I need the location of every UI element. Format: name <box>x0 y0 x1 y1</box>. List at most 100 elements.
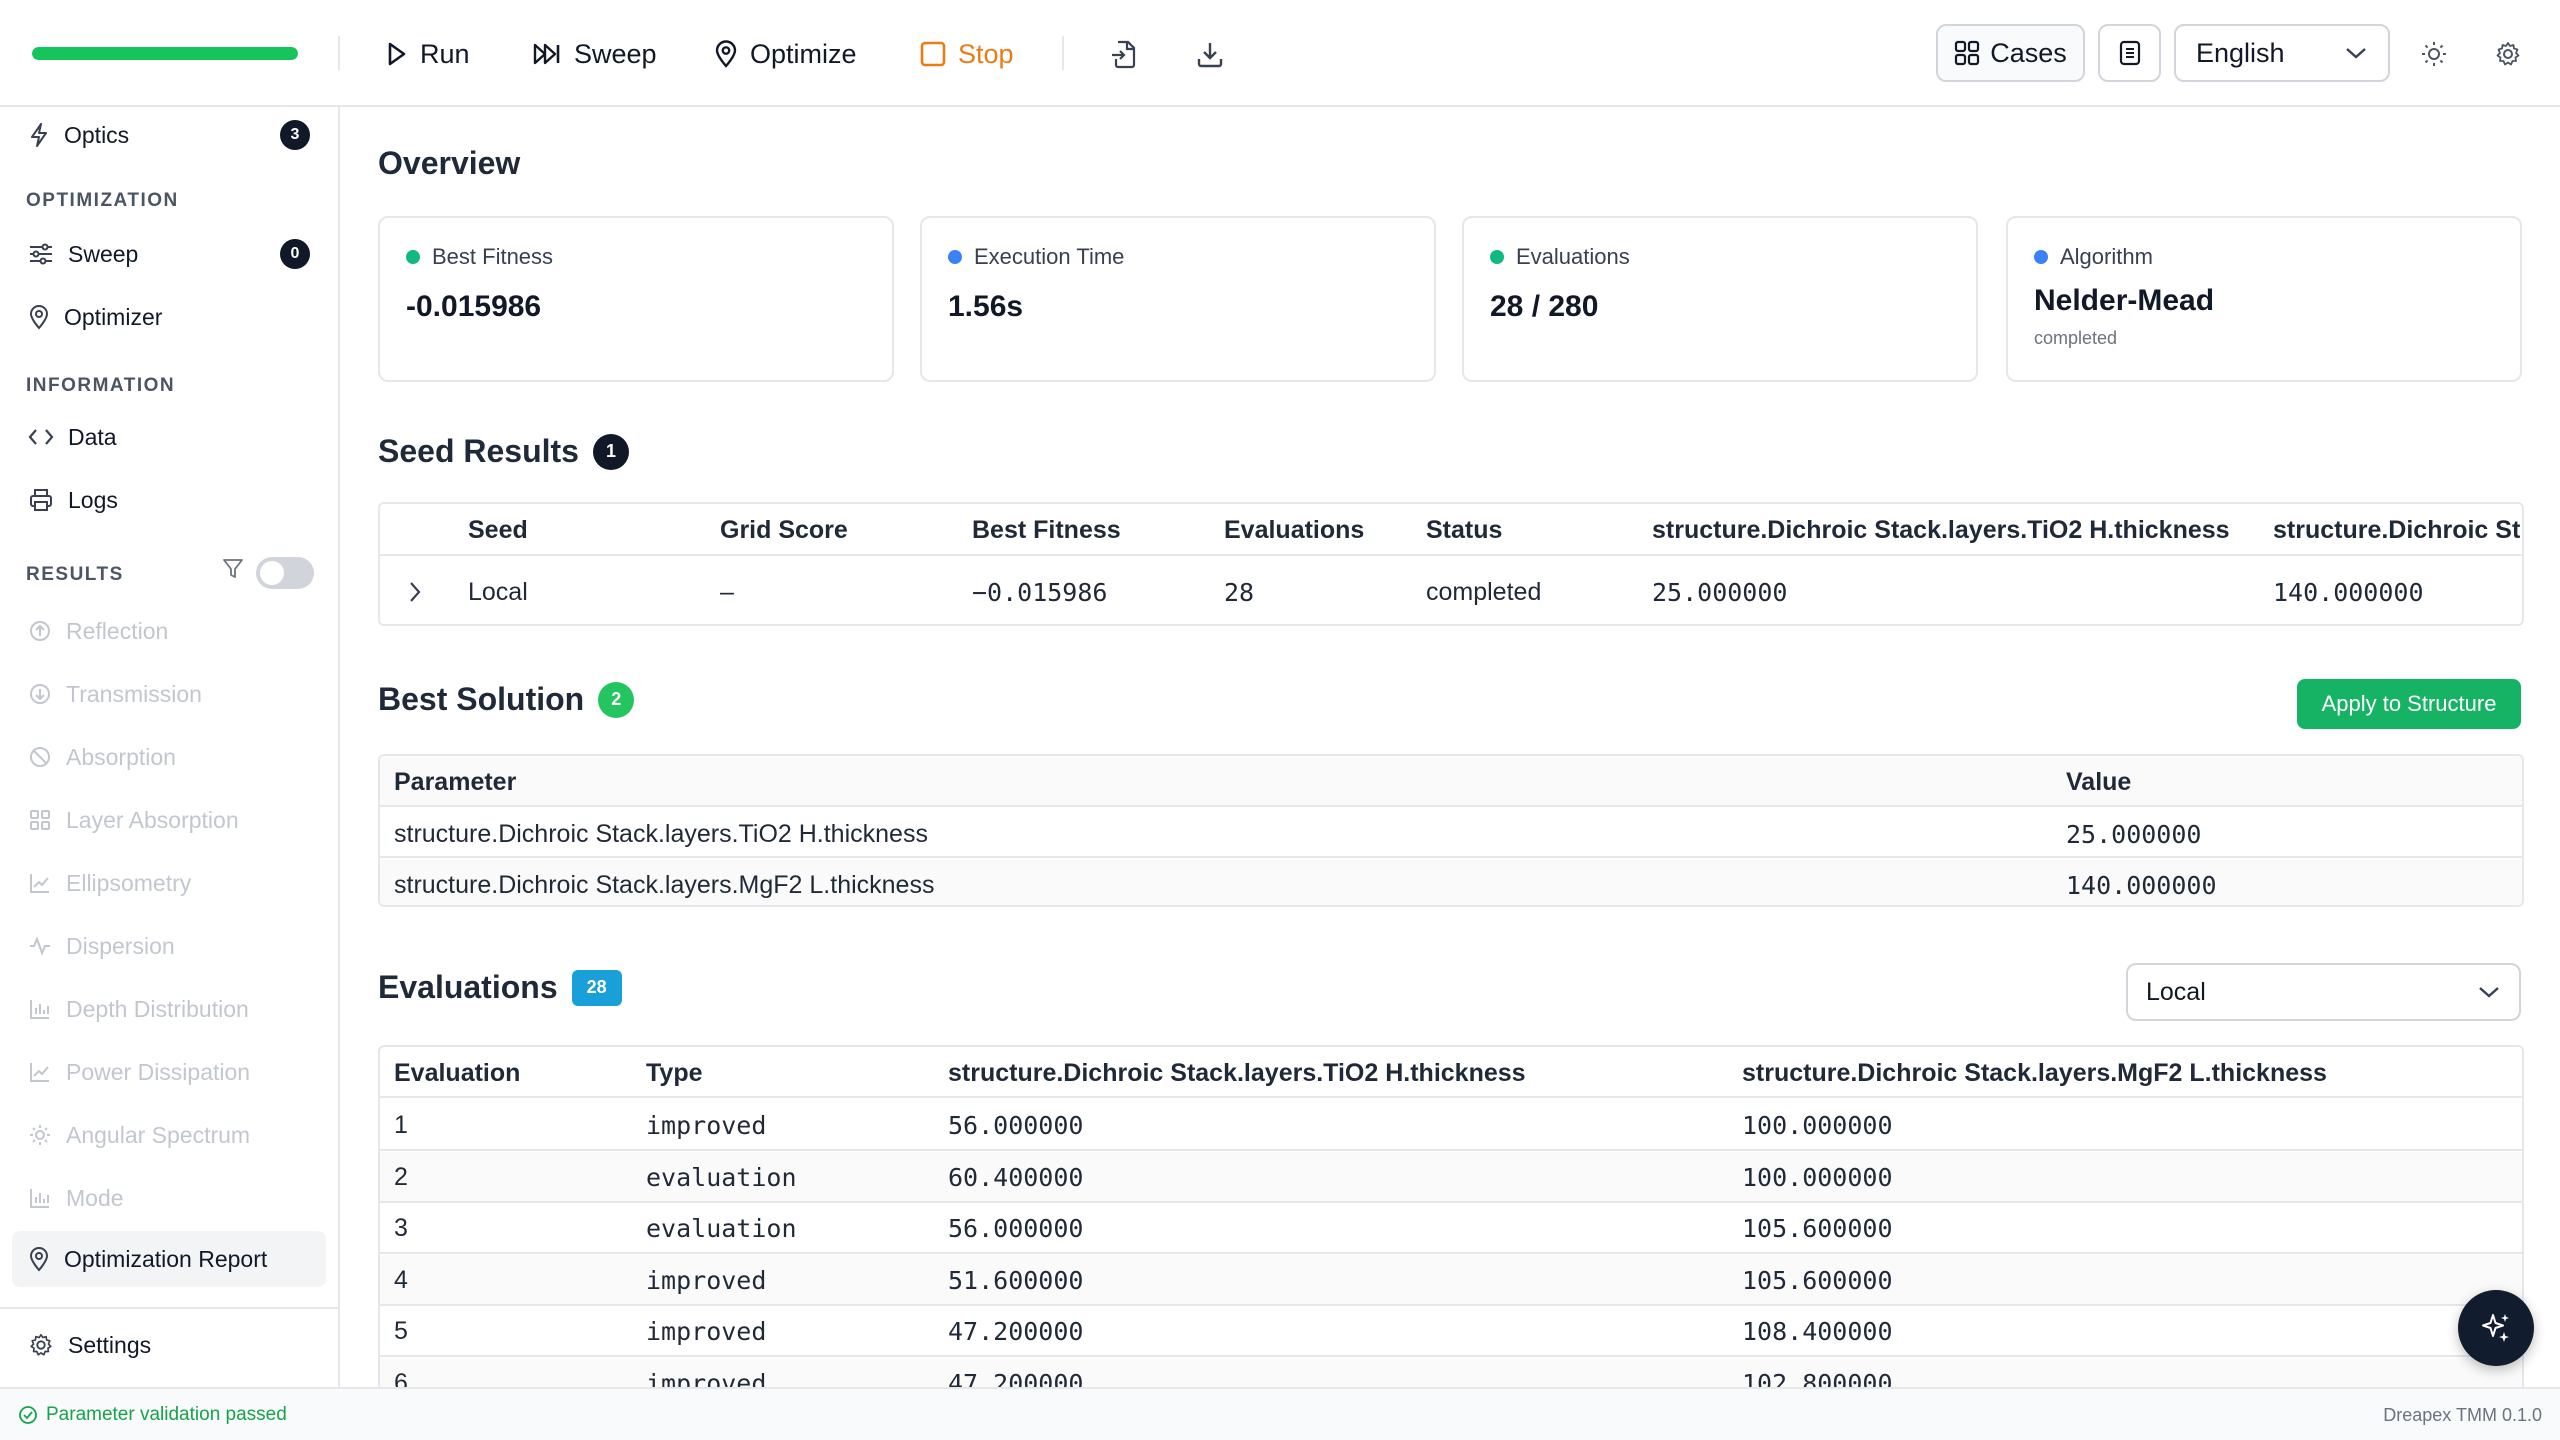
sidebar-item-label: Logs <box>68 486 118 513</box>
sweep-button[interactable]: Sweep <box>532 30 657 78</box>
table-row: 3 evaluation 56.000000 105.600000 <box>380 1203 2522 1254</box>
type-cell: improved <box>646 1317 767 1346</box>
sweep-label: Sweep <box>574 38 657 69</box>
sidebar-item-sweep[interactable]: Sweep 0 <box>12 226 326 282</box>
stat-value: 28 / 280 <box>1490 290 1599 323</box>
column-header: Best Fitness <box>972 516 1121 544</box>
import-button[interactable] <box>1100 30 1148 78</box>
sidebar-item-label: Data <box>68 423 117 450</box>
sidebar-item-label: Absorption <box>66 743 176 770</box>
parameter-cell: structure.Dichroic Stack.layers.TiO2 H.t… <box>394 820 928 848</box>
type-cell: evaluation <box>646 1162 797 1192</box>
sidebar-item-settings[interactable]: Settings <box>12 1317 326 1373</box>
grid-score-cell: – <box>720 578 734 606</box>
sun-icon <box>2420 40 2448 68</box>
mgf2-thickness-cell: 108.400000 <box>1742 1317 1893 1346</box>
cases-button[interactable]: Cases <box>1936 24 2085 82</box>
information-section-header: INFORMATION <box>26 375 176 396</box>
overview-title-text: Overview <box>378 145 521 181</box>
sidebar-item-label: Settings <box>68 1331 152 1358</box>
transmission-icon <box>28 682 52 706</box>
ai-assistant-button[interactable] <box>2458 1290 2534 1366</box>
optimization-section-header: OPTIMIZATION <box>26 190 179 211</box>
sidebar-item-label: Depth Distribution <box>66 995 249 1022</box>
absorption-icon <box>28 745 52 769</box>
document-button[interactable] <box>2098 24 2161 82</box>
column-header: structure.Dichroic Stack.layers.TiO2 H.t… <box>948 1059 1526 1087</box>
status-bar: Parameter validation passed Dreapex TMM … <box>0 1387 2560 1440</box>
column-header: structure.Dichroic St <box>2273 516 2521 544</box>
file-import-icon <box>1110 39 1138 69</box>
best-solution-title: Best Solution 2 <box>378 681 635 718</box>
sidebar-item-label: Optimization Report <box>64 1245 268 1272</box>
sidebar: Optics 3 OPTIMIZATION Sweep 0 Optimizer … <box>0 107 340 1387</box>
filter-icon[interactable] <box>222 557 244 581</box>
gear-icon <box>2494 40 2522 68</box>
sidebar-item-data[interactable]: Data <box>12 409 326 465</box>
type-cell: improved <box>646 1368 767 1388</box>
printer-icon <box>28 487 54 513</box>
seed-select-value: Local <box>2146 977 2206 1006</box>
apply-to-structure-button[interactable]: Apply to Structure <box>2297 679 2521 729</box>
stat-card-label: Best Fitness <box>406 244 866 270</box>
stat-label-text: Best Fitness <box>432 244 554 269</box>
stat-label-text: Evaluations <box>1516 244 1630 269</box>
stat-label-text: Algorithm <box>2060 244 2153 269</box>
column-header: Evaluations <box>1224 516 1365 544</box>
seed-select[interactable]: Local <box>2126 963 2521 1021</box>
table-row: 2 evaluation 60.400000 100.000000 <box>380 1151 2522 1203</box>
settings-gear-button[interactable] <box>2484 30 2532 78</box>
tio2-thickness-cell: 51.600000 <box>948 1265 1084 1295</box>
tio2-thickness-cell: 47.200000 <box>948 1368 1084 1388</box>
sidebar-item-label: Dispersion <box>66 932 175 959</box>
sidebar-item-label: Layer Absorption <box>66 806 239 833</box>
stat-subtext: completed <box>2034 328 2118 348</box>
evaluations-count-badge: 28 <box>571 969 622 1006</box>
sliders-icon <box>28 242 54 266</box>
theme-toggle-button[interactable] <box>2410 30 2458 78</box>
toolbar-divider <box>338 36 340 70</box>
power-dissipation-icon <box>28 1060 52 1084</box>
chevron-down-icon <box>2344 46 2368 60</box>
value-cell: 140.000000 <box>2066 871 2217 900</box>
table-header-row: Parameter Value <box>380 756 2522 807</box>
main-content: Overview Best Fitness -0.015986 Execution … <box>342 107 2560 1387</box>
evaluations-table: Evaluation Type structure.Dichroic Stack… <box>378 1045 2524 1387</box>
stop-button[interactable]: Stop <box>920 30 1014 78</box>
run-button[interactable]: Run <box>386 30 470 78</box>
best-solution-title-text: Best Solution <box>378 681 585 717</box>
language-select[interactable]: English <box>2174 24 2390 82</box>
seed-results-table: Seed Grid Score Best Fitness Evaluations… <box>378 502 2524 626</box>
evaluation-number-cell: 4 <box>394 1265 408 1294</box>
chevron-right-icon[interactable] <box>408 580 422 604</box>
run-progress-bar <box>32 47 298 60</box>
sidebar-item-angular-spectrum: Angular Spectrum <box>12 1107 326 1163</box>
type-cell: improved <box>646 1111 767 1140</box>
sidebar-item-mode: Mode <box>12 1170 326 1226</box>
sidebar-item-optimization-report[interactable]: Optimization Report <box>12 1231 326 1287</box>
tio2-thickness-cell: 60.400000 <box>948 1162 1084 1192</box>
optimize-button[interactable]: Optimize <box>714 30 857 78</box>
sidebar-item-optics[interactable]: Optics 3 <box>12 107 326 163</box>
table-row[interactable]: Local – −0.015986 28 completed 25.000000… <box>380 558 2522 624</box>
layer-absorption-icon <box>28 808 52 832</box>
tio2-thickness-cell: 56.000000 <box>948 1214 1084 1243</box>
value-cell: 25.000000 <box>2066 820 2202 849</box>
column-header: structure.Dichroic Stack.layers.MgF2 L.t… <box>1742 1059 2327 1087</box>
stat-value: -0.015986 <box>406 290 542 323</box>
table-header-row: Seed Grid Score Best Fitness Evaluations… <box>380 504 2522 556</box>
results-filter-toggle[interactable] <box>256 557 314 589</box>
results-section-header: RESULTS <box>26 564 124 585</box>
stat-card: Evaluations 28 / 280 <box>1462 216 1978 382</box>
sidebar-item-logs[interactable]: Logs <box>12 472 326 528</box>
sidebar-item-optimizer[interactable]: Optimizer <box>12 289 326 345</box>
mgf2-thickness-cell: 102.800000 <box>1742 1368 1893 1388</box>
play-icon <box>386 41 408 67</box>
column-header: Seed <box>468 516 528 544</box>
sidebar-divider <box>0 1307 338 1309</box>
status-dot-icon <box>2034 250 2048 264</box>
best-fitness-cell: −0.015986 <box>972 578 1108 607</box>
download-button[interactable] <box>1186 30 1234 78</box>
sidebar-item-label: Mode <box>66 1184 124 1211</box>
sidebar-item-label: Transmission <box>66 680 202 707</box>
